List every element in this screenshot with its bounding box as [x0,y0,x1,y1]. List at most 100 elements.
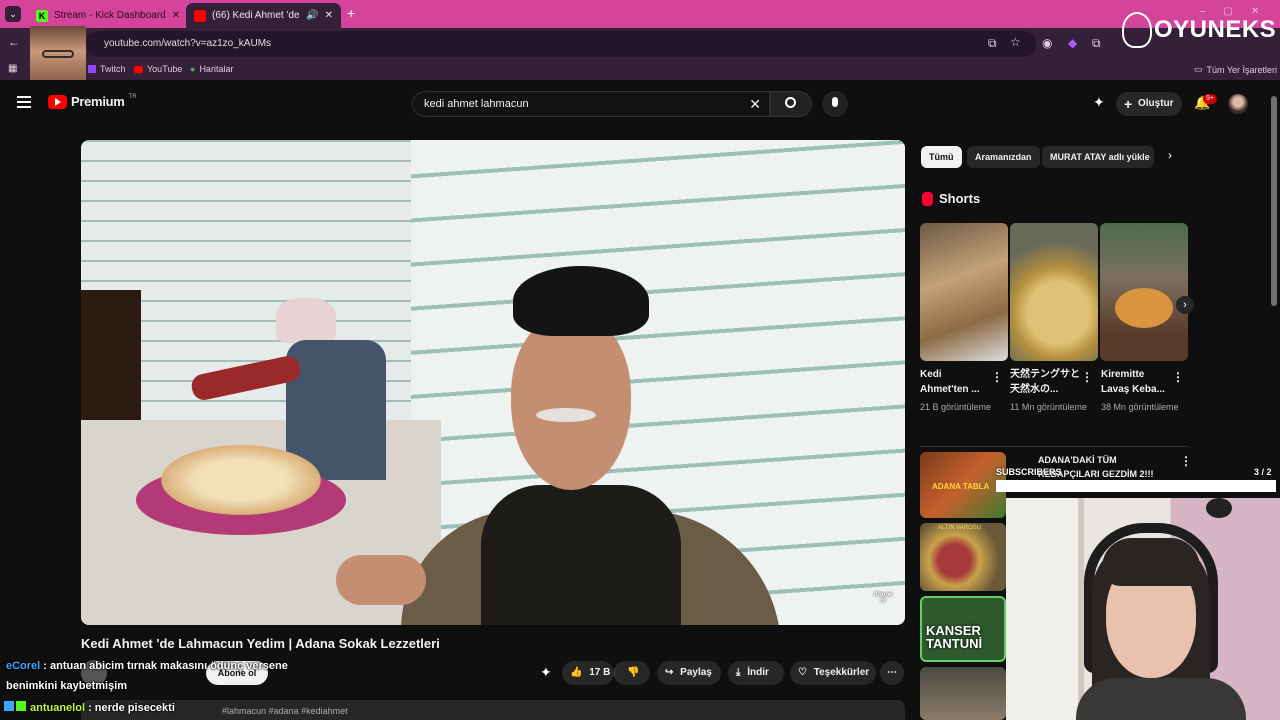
star-icon[interactable]: ☆ [1010,35,1021,49]
bookmark-youtube[interactable]: YouTube [134,64,182,74]
youtube-play-icon [48,94,67,109]
address-bar-row: ← youtube.com/watch?v=az1zo_kAUMs ⧉ ☆ ◉ … [0,28,1280,60]
like-button[interactable]: 👍 17 B [562,661,614,685]
bookmark-label: Twitch [100,64,126,74]
region-code: TR [128,94,137,100]
description-box[interactable] [81,700,905,720]
page-scrollbar[interactable] [1271,96,1277,306]
thumbs-up-icon: 👍 [570,667,583,678]
download-icon: ⤓ [736,667,741,678]
hamburger-menu-icon[interactable] [17,96,31,108]
create-button[interactable]: + Oluştur [1116,92,1182,116]
premium-sparkle-icon[interactable]: ✦ [1093,94,1105,111]
like-count: 17 B [589,667,611,678]
tab-search-button[interactable]: ⌄ [5,6,21,22]
shorts-title: Shorts [939,191,981,206]
search-button[interactable] [770,91,812,117]
tab-kick-dashboard[interactable]: K Stream - Kick Dashboard ✕ [28,3,183,28]
close-icon[interactable]: ✕ [325,10,333,21]
shorts-header: Shorts [922,191,980,206]
back-arrow-icon[interactable]: ← [8,35,20,49]
short-thumbnail[interactable] [920,223,1008,361]
youtube-logo[interactable]: Premium TR [48,94,137,109]
chip-all[interactable]: Tümü [921,146,962,168]
oven-opening [81,290,141,420]
description-hashtags[interactable]: #lahmacun #adana #kediahmet [222,706,348,716]
thumbs-down-icon: 👎 [627,667,640,678]
more-options-icon[interactable]: ⋮ [1172,370,1184,384]
share-icon: ↪ [665,667,674,678]
shorts-next-button[interactable]: › [1176,296,1194,314]
short-thumbnail[interactable] [1010,223,1098,361]
notification-badge: 9+ [1203,94,1217,104]
extension-icon[interactable]: ◉ [1042,36,1052,50]
search-query: kedi ahmet lahmacun [424,98,529,110]
share-button[interactable]: ↪ Paylaş [657,661,721,685]
thumb-text: ALTIN VAROSU [938,525,982,531]
more-actions-button[interactable]: ⋯ [880,661,904,685]
apps-grid-icon[interactable]: ▦ [8,63,17,74]
close-icon[interactable]: ✕ [172,10,180,21]
youtube-icon [194,9,206,22]
streamer-facecam [30,26,86,82]
subscribers-goal-fill [997,481,1275,491]
puzzle-icon[interactable]: ⧉ [1092,36,1101,51]
chip-uploader[interactable]: MURAT ATAY adlı yükle [1042,146,1154,168]
tab-youtube-video[interactable]: (66) Kedi Ahmet 'de Lahmacun Y 🔊 ✕ [186,3,341,28]
install-icon[interactable]: ⧉ [988,36,997,51]
extension-icon-2[interactable]: ◆ [1068,36,1077,50]
video-thumbnail[interactable]: KANSER TANTUNİ [920,596,1006,662]
all-bookmarks[interactable]: ▭ Tüm Yer İşaretleri [1194,64,1277,75]
speaker-icon[interactable]: 🔊 [306,10,318,21]
watermark-text: Abone ol [873,592,893,604]
thumb-text: ADANA TABLA [932,482,990,491]
kick-badge-icon [16,701,26,711]
video-title: Kedi Ahmet 'de Lahmacun Yedim | Adana So… [81,636,440,651]
short-title[interactable]: Kiremitte Lavaş Keba... [1101,367,1171,397]
chip-from-search[interactable]: Aramanızdan [967,146,1040,168]
door-frame [1006,498,1084,720]
subscribe-watermark[interactable]: Abone ol [871,592,895,614]
clear-search-icon[interactable]: ✕ [749,92,761,116]
streamer-bangs [1102,538,1200,586]
chat-message: antuanelol : nerde pisecekti [4,698,175,718]
video-player[interactable]: Abone ol [81,140,905,625]
short-title[interactable]: 天然テングサと天然水の... [1010,367,1080,397]
short-thumbnail[interactable] [1100,223,1188,361]
address-bar[interactable]: youtube.com/watch?v=az1zo_kAUMs [86,31,1036,57]
kebab-dish [1115,288,1173,328]
more-options-icon[interactable]: ⋮ [1180,454,1192,468]
bread-stack [161,445,321,515]
more-options-icon[interactable]: ⋮ [1081,370,1093,384]
voice-search-button[interactable] [822,91,848,117]
premium-sparkle-icon[interactable]: ✦ [540,664,552,681]
video-thumbnail[interactable]: ADANA TABLA [920,452,1006,518]
thanks-label: Teşekkürler [813,667,870,678]
short-views: 21 B görüntüleme [920,402,992,412]
map-pin-icon: ● [190,64,196,74]
tab-label: (66) Kedi Ahmet 'de Lahmacun Y [212,10,300,21]
dislike-button[interactable]: 👎 [614,661,650,685]
bookmark-twitch[interactable]: Twitch [88,64,126,74]
chat-user: eCorel [6,660,41,672]
tab-strip: ⌄ K Stream - Kick Dashboard ✕ (66) Kedi … [0,0,1280,28]
avatar[interactable] [1228,94,1248,114]
short-views: 11 Mn görüntüleme [1010,402,1087,412]
video-thumbnail[interactable] [920,667,1006,720]
thanks-button[interactable]: ♡ Teşekkürler [790,661,876,685]
chat-user: antuanelol [30,702,86,714]
download-button[interactable]: ⤓ İndir [728,661,784,685]
subscribers-goal-bar [996,480,1276,492]
video-thumbnail[interactable]: ALTIN VAROSU [920,523,1006,591]
bookmark-label: Haritalar [199,64,234,74]
download-label: İndir [747,667,769,678]
chevron-right-icon[interactable]: › [1168,148,1172,162]
new-tab-button[interactable]: + [347,5,355,21]
more-options-icon[interactable]: ⋮ [991,370,1003,384]
short-title[interactable]: Kedi Ahmet'ten ... [920,367,990,397]
kick-icon: K [36,9,48,22]
search-input[interactable]: kedi ahmet lahmacun ✕ [412,91,770,117]
heart-dollar-icon: ♡ [798,667,807,678]
dartboard [1206,498,1232,518]
bookmark-maps[interactable]: ● Haritalar [190,64,233,74]
